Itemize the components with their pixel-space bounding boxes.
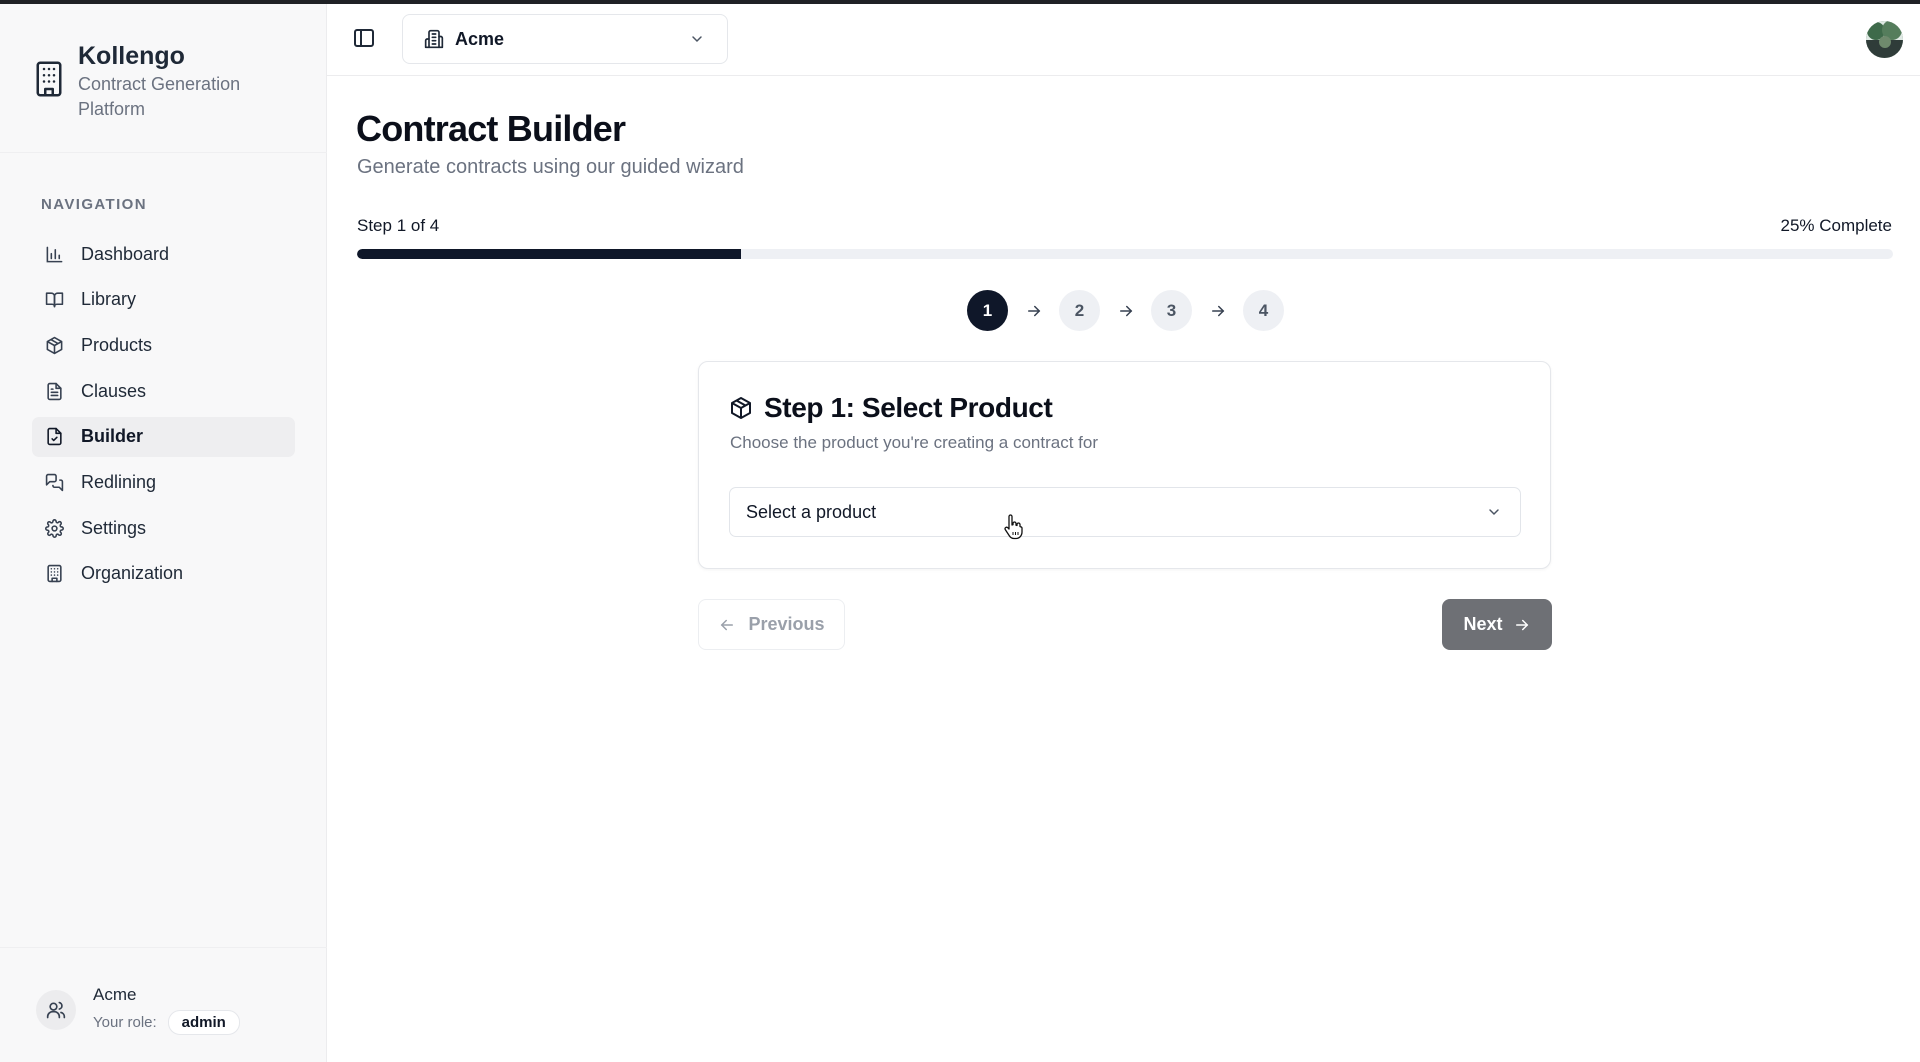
nav-heading: NAVIGATION bbox=[41, 196, 147, 213]
page-title: Contract Builder bbox=[356, 108, 626, 149]
step-counter: Step 1 of 4 bbox=[357, 216, 440, 235]
product-select[interactable]: Select a product bbox=[729, 487, 1521, 537]
building-icon bbox=[424, 29, 444, 49]
sidebar: Kollengo Contract Generation Platform NA… bbox=[0, 4, 327, 1062]
book-icon bbox=[45, 292, 64, 308]
arrow-right-icon bbox=[1100, 302, 1151, 320]
sidebar-item-label: Organization bbox=[81, 563, 184, 584]
sidebar-item-label: Redlining bbox=[81, 471, 157, 492]
sidebar-nav: Dashboard Library Products Clauses Build… bbox=[32, 234, 295, 600]
sidebar-item-label: Clauses bbox=[81, 380, 147, 401]
product-select-placeholder: Select a product bbox=[746, 501, 877, 522]
previous-button[interactable]: Previous bbox=[698, 599, 845, 650]
previous-button-label: Previous bbox=[748, 614, 825, 634]
sidebar-item-library[interactable]: Library bbox=[32, 280, 295, 320]
package-icon bbox=[46, 336, 63, 355]
building-icon bbox=[36, 61, 62, 97]
brand-name: Kollengo bbox=[78, 42, 185, 70]
chevron-down-icon bbox=[692, 36, 702, 43]
next-button-label: Next bbox=[1463, 614, 1503, 634]
sidebar-item-redlining[interactable]: Redlining bbox=[32, 462, 295, 502]
step-card: Step 1: Select Product Choose the produc… bbox=[698, 361, 1551, 569]
sidebar-item-label: Dashboard bbox=[81, 243, 170, 264]
package-icon bbox=[731, 397, 751, 419]
org-selector[interactable]: Acme bbox=[402, 14, 728, 64]
avatar bbox=[36, 989, 76, 1030]
sidebar-item-dashboard[interactable]: Dashboard bbox=[32, 234, 295, 274]
sidebar-toggle-icon[interactable] bbox=[352, 26, 376, 50]
progress-bar-fill bbox=[357, 249, 741, 259]
sidebar-item-builder[interactable]: Builder bbox=[32, 416, 295, 457]
sidebar-item-clauses[interactable]: Clauses bbox=[32, 371, 295, 411]
topbar: Acme bbox=[327, 4, 1920, 76]
file-check-icon bbox=[47, 428, 62, 446]
users-icon bbox=[46, 1001, 66, 1018]
progress-bar bbox=[357, 249, 1893, 259]
page-subtitle: Generate contracts using our guided wiza… bbox=[357, 156, 744, 178]
role-line: Your role: admin bbox=[93, 1010, 240, 1035]
org-name: Acme bbox=[93, 985, 137, 1004]
divider bbox=[0, 947, 327, 948]
org-footer[interactable]: Acme Your role: admin bbox=[36, 984, 240, 1035]
gear-icon bbox=[45, 518, 64, 538]
card-subtitle: Choose the product you're creating a con… bbox=[730, 433, 1099, 452]
user-avatar[interactable] bbox=[1866, 21, 1903, 58]
sidebar-item-label: Builder bbox=[81, 426, 144, 447]
role-badge: admin bbox=[167, 1010, 240, 1035]
progress-percent: 25% Complete bbox=[1780, 216, 1892, 235]
step-indicator-2[interactable]: 2 bbox=[1059, 290, 1100, 331]
sidebar-item-settings[interactable]: Settings bbox=[32, 508, 295, 548]
arrow-right-icon bbox=[1192, 302, 1243, 320]
bar-chart-icon bbox=[46, 246, 63, 262]
org-selector-label: Acme bbox=[455, 28, 505, 49]
sidebar-item-label: Library bbox=[81, 289, 137, 310]
arrow-right-icon bbox=[1008, 302, 1059, 320]
role-label: Your role: bbox=[93, 1014, 157, 1031]
hand-pointer-cursor-icon bbox=[1004, 514, 1023, 540]
card-title: Step 1: Select Product bbox=[764, 392, 1053, 423]
file-text-icon bbox=[47, 382, 62, 400]
building-icon bbox=[47, 565, 62, 583]
step-indicator-4[interactable]: 4 bbox=[1243, 290, 1284, 331]
card-header: Step 1: Select Product bbox=[729, 392, 1053, 424]
sidebar-item-organization[interactable]: Organization bbox=[32, 554, 295, 594]
divider bbox=[0, 152, 327, 153]
messages-icon bbox=[45, 473, 64, 492]
sidebar-item-label: Settings bbox=[81, 517, 147, 538]
brand: Kollengo Contract Generation Platform bbox=[34, 40, 278, 122]
chevron-down-icon bbox=[1489, 509, 1499, 516]
step-indicator-1[interactable]: 1 bbox=[967, 290, 1008, 331]
step-indicator-3[interactable]: 3 bbox=[1151, 290, 1192, 331]
arrow-left-icon bbox=[721, 619, 734, 630]
stepper: 1 2 3 4 bbox=[967, 290, 1284, 331]
next-button[interactable]: Next bbox=[1442, 599, 1552, 650]
arrow-right-icon bbox=[1515, 619, 1528, 630]
sidebar-item-products[interactable]: Products bbox=[32, 325, 295, 365]
main-content: Contract Builder Generate contracts usin… bbox=[327, 76, 1920, 1062]
sidebar-item-label: Products bbox=[81, 334, 153, 355]
brand-subtitle: Contract Generation Platform bbox=[78, 74, 241, 119]
avatar-photo-icon bbox=[1866, 21, 1903, 58]
